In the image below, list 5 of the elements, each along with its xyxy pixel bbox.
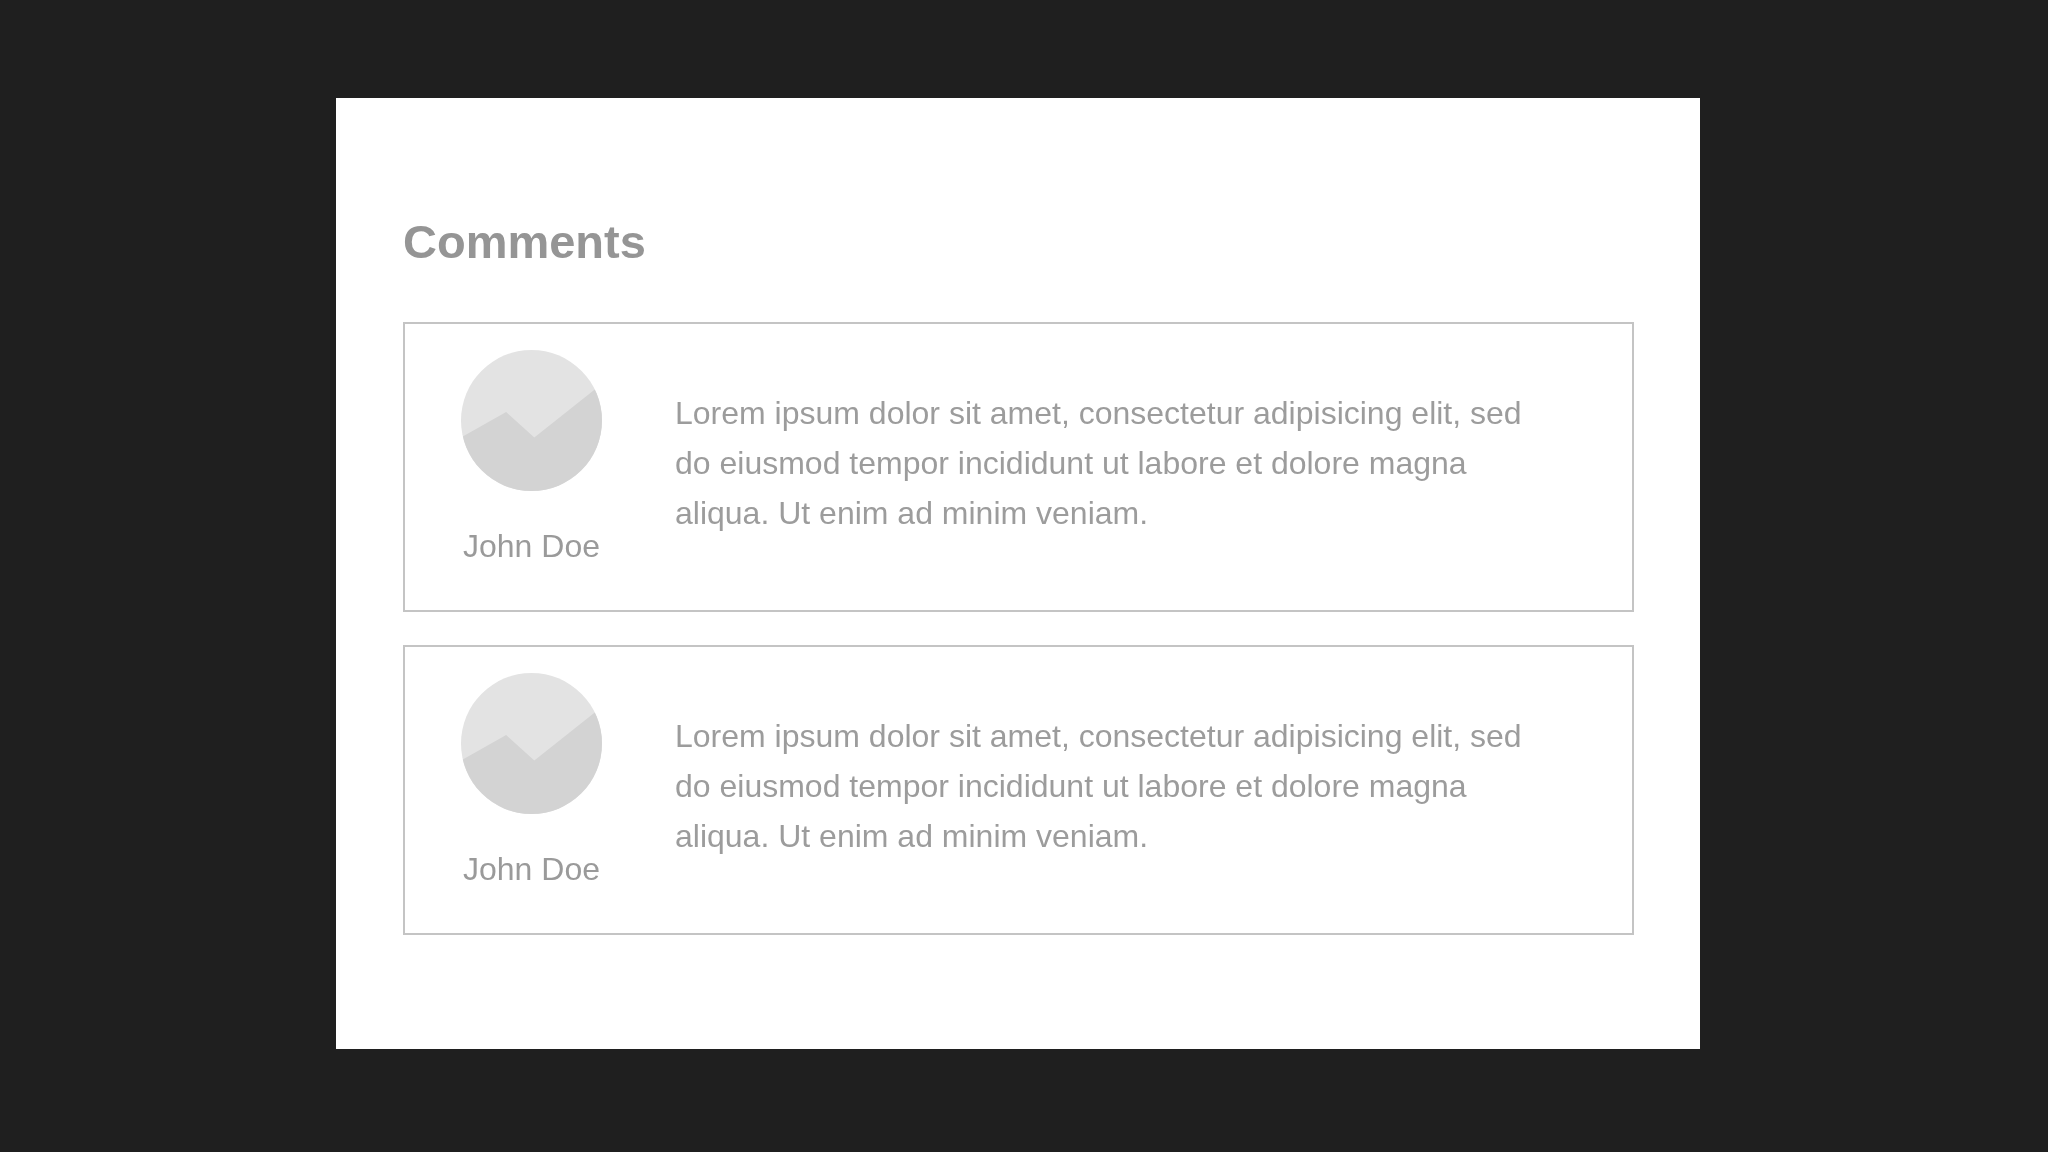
author-name: John Doe <box>463 850 600 888</box>
comments-heading: Comments <box>403 215 646 269</box>
comment-text: Lorem ipsum dolor sit amet, consectetur adipisicing elit, sed do eiusmod tempor incididunt ut labore et dolore magna aliqua. Ut enim ad minim veniam. <box>675 717 1523 856</box>
comment-text: Lorem ipsum dolor sit amet, consectetur adipisicing elit, sed do eiusmod tempor incididunt ut labore et dolore magna aliqua. Ut enim ad minim veniam. <box>675 394 1523 533</box>
author-name: John Doe <box>463 527 600 565</box>
